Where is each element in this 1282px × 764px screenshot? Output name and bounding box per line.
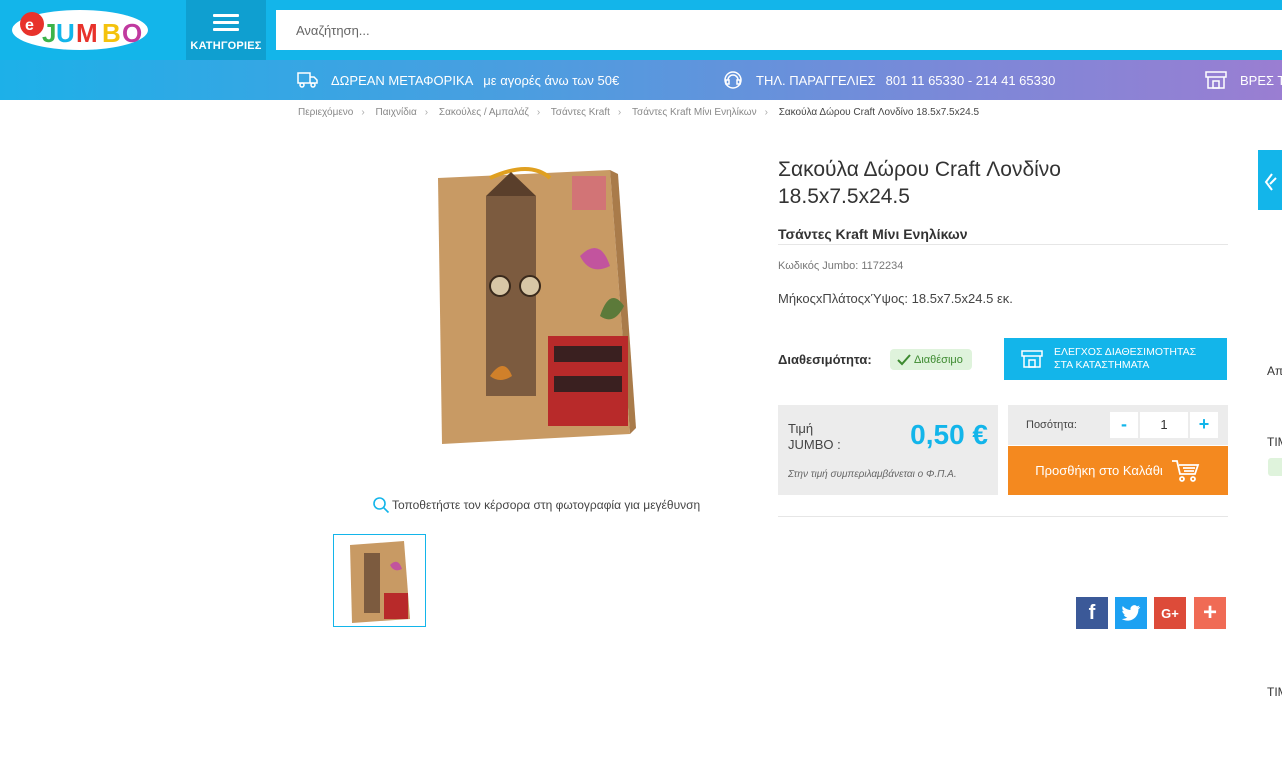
headset-icon xyxy=(724,71,742,89)
product-image[interactable] xyxy=(430,166,640,452)
check-icon xyxy=(897,353,911,365)
svg-text:O: O xyxy=(122,18,142,48)
store-icon xyxy=(1205,71,1227,89)
availability-badge: Διαθέσιμο xyxy=(890,349,972,370)
twitter-icon xyxy=(1121,605,1141,621)
facebook-icon: f xyxy=(1088,601,1096,624)
quantity-input[interactable]: 1 xyxy=(1140,412,1188,438)
categories-label: ΚΑΤΗΓΟΡΙΕΣ xyxy=(190,40,262,52)
breadcrumb-current: Σακούλα Δώρου Craft Λονδίνο 18.5x7.5x24.… xyxy=(778,107,980,118)
breadcrumb: Περιεχόμενο › Παιχνίδια › Σακούλες / Αμπαλ… xyxy=(298,107,980,118)
truck-icon xyxy=(297,72,318,88)
svg-text:J: J xyxy=(42,18,56,48)
product-title-line: 18.5x7.5x24.5 xyxy=(778,185,910,208)
more-share-button[interactable]: + xyxy=(1194,597,1226,629)
categories-button[interactable]: ΚΑΤΗΓΟΡΙΕΣ xyxy=(186,0,266,60)
quantity-decrease-button[interactable]: - xyxy=(1110,412,1138,438)
price-label: Τιμή JUMBO : xyxy=(788,421,858,453)
top-bar: e J U M B O ΚΑΤΗΓΟΡΙΕΣ xyxy=(0,0,1282,60)
availability-value: Διαθέσιμο xyxy=(914,353,963,366)
search-input[interactable] xyxy=(276,10,1282,50)
side-feedback-tab[interactable] xyxy=(1258,150,1282,210)
product-title-line: Σακούλα Δώρου Craft Λονδίνο xyxy=(778,158,1061,181)
side-panel-text: Απ xyxy=(1267,364,1282,378)
add-to-cart-label: Προσθήκη στο Καλάθι xyxy=(1035,463,1163,478)
product-code: Κωδικός Jumbo: 1172234 xyxy=(778,260,904,272)
breadcrumb-link[interactable]: Τσάντες Kraft Μίνι Ενηλίκων xyxy=(632,107,757,118)
quantity-stepper: Ποσότητα: - 1 + xyxy=(1008,405,1228,445)
side-panel-text: ΤΙΜ xyxy=(1267,435,1282,449)
facebook-share-button[interactable]: f xyxy=(1076,597,1108,629)
phone-orders-info[interactable]: ΤΗΛ. ΠΑΡΑΓΓΕΛΙΕΣ 801 11 65330 - 214 41 6… xyxy=(722,60,1055,100)
phone-orders-number: 801 11 65330 - 214 41 65330 xyxy=(885,72,1056,88)
zoom-hint: Τοποθετήστε τον κέρσορα στη φωτογραφία γ… xyxy=(372,496,700,514)
free-shipping-title: ΔΩΡΕΑΝ ΜΕΤΑΦΟΡΙΚΑ xyxy=(331,72,474,88)
plus-icon: + xyxy=(1202,599,1217,626)
find-stores-info[interactable]: ΒΡΕΣ Τ xyxy=(1204,60,1282,100)
price-vat-note: Στην τιμή συμπεριλαμβάνεται ο Φ.Π.Α. xyxy=(788,469,957,480)
google-plus-icon: G+ xyxy=(1161,605,1179,621)
store-availability-line: ΕΛΕΓΧΟΣ ΔΙΑΘΕΣΙΜΟΤΗΤΑΣ xyxy=(1054,346,1197,358)
free-shipping-text: με αγορές άνω των 50€ xyxy=(483,72,620,88)
side-panel-text: ΤΙΜ xyxy=(1267,685,1282,699)
free-shipping-info[interactable]: ΔΩΡΕΑΝ ΜΕΤΑΦΟΡΙΚΑ με αγορές άνω των 50€ xyxy=(297,60,619,100)
svg-text:M: M xyxy=(76,18,98,48)
price-label-line: Τιμή xyxy=(788,421,814,436)
twitter-share-button[interactable] xyxy=(1115,597,1147,629)
breadcrumb-link[interactable]: Παιχνίδια xyxy=(376,107,417,118)
availability-label: Διαθεσιμότητα: xyxy=(778,352,872,367)
magnifier-icon xyxy=(373,497,390,514)
quantity-label: Ποσότητα: xyxy=(1026,419,1077,431)
store-availability-button[interactable]: ΕΛΕΓΧΟΣ ΔΙΑΘΕΣΙΜΟΤΗΤΑΣ ΣΤΑ ΚΑΤΑΣΤΗΜΑΤΑ xyxy=(1004,338,1227,380)
google-plus-share-button[interactable]: G+ xyxy=(1154,597,1186,629)
phone-orders-title: ΤΗΛ. ΠΑΡΑΓΓΕΛΙΕΣ xyxy=(756,72,876,88)
price-box: Τιμή JUMBO : 0,50 € Στην τιμή συμπεριλαμ… xyxy=(778,405,998,495)
side-tab-icon xyxy=(1264,173,1277,191)
svg-text:B: B xyxy=(102,18,121,48)
price-label-line: JUMBO : xyxy=(788,437,841,452)
add-to-cart-button[interactable]: Προσθήκη στο Καλάθι xyxy=(1008,446,1228,495)
breadcrumb-link[interactable]: Σακούλες / Αμπαλάζ xyxy=(439,107,529,118)
price-value: 0,50 € xyxy=(910,419,988,450)
info-bar: ΔΩΡΕΑΝ ΜΕΤΑΦΟΡΙΚΑ με αγορές άνω των 50€ … xyxy=(0,60,1282,100)
breadcrumb-link[interactable]: Τσάντες Kraft xyxy=(551,107,610,118)
zoom-hint-text: Τοποθετήστε τον κέρσορα στη φωτογραφία γ… xyxy=(392,498,701,512)
store-icon xyxy=(1021,350,1043,368)
divider xyxy=(778,516,1228,517)
product-dimensions: ΜήκοςxΠλάτοςxΎψος: 18.5x7.5x24.5 εκ. xyxy=(778,291,1013,306)
jumbo-logo[interactable]: e J U M B O xyxy=(10,6,150,54)
side-location-badge xyxy=(1268,458,1282,476)
breadcrumb-link[interactable]: Περιεχόμενο xyxy=(298,107,353,118)
product-thumbnail[interactable] xyxy=(333,534,426,627)
cart-icon xyxy=(1171,459,1200,482)
quantity-increase-button[interactable]: + xyxy=(1190,412,1218,438)
find-stores-text: ΒΡΕΣ Τ xyxy=(1240,72,1282,88)
divider xyxy=(778,244,1228,245)
product-subcategory[interactable]: Τσάντες Kraft Μίνι Ενηλίκων xyxy=(778,226,968,242)
svg-text:U: U xyxy=(56,18,75,48)
menu-icon xyxy=(213,14,239,32)
store-availability-line: ΣΤΑ ΚΑΤΑΣΤΗΜΑΤΑ xyxy=(1054,359,1150,371)
product-title: Σακούλα Δώρου Craft Λονδίνο 18.5x7.5x24.… xyxy=(778,156,1228,210)
svg-text:e: e xyxy=(25,17,34,34)
